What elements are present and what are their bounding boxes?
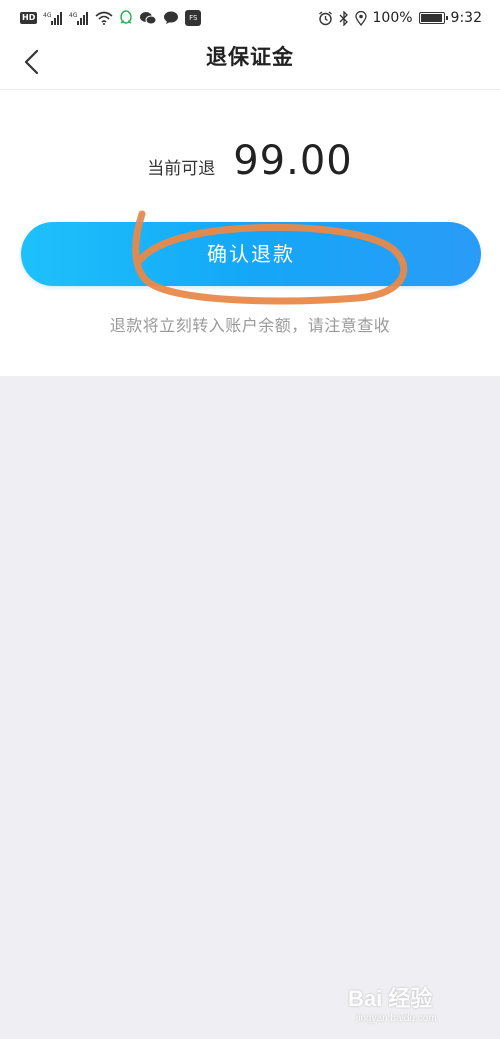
battery-fill: [420, 14, 442, 22]
watermark-brand: Bai 经验: [348, 986, 433, 1011]
page-title: 退保证金: [206, 45, 294, 69]
wifi-icon: [95, 10, 113, 26]
confirm-refund-button[interactable]: 确认退款: [21, 222, 481, 286]
signal-icon-1: 4G: [43, 10, 63, 26]
refund-note: 退款将立刻转入账户余额，请注意查收: [109, 316, 391, 335]
signal-icon-2: 4G: [69, 10, 89, 26]
battery-icon: [418, 12, 448, 24]
hd-icon: HD: [20, 12, 38, 24]
alarm-icon: [318, 10, 333, 26]
refund-card: 当前可退 99.00 确认退款 退款将立刻转入账户余额，请注意查收: [0, 90, 500, 376]
status-bar: HD 4G 4G FS 100% 9:32: [0, 0, 500, 36]
battery-percent: 100%: [372, 10, 413, 26]
qq-icon: [119, 10, 133, 26]
message-icon: [163, 10, 179, 26]
network-label-2: 4G: [69, 12, 78, 19]
app-icon: FS: [185, 10, 202, 26]
network-label-1: 4G: [43, 12, 52, 19]
watermark-url: jingyan.baidu.com: [356, 1013, 437, 1024]
bluetooth-icon: [339, 10, 349, 26]
refund-amount-row: 当前可退 99.00: [0, 138, 500, 184]
watermark: Bai 经验 jingyan.baidu.com: [338, 979, 478, 1029]
confirm-refund-label: 确认退款: [207, 243, 295, 266]
refund-amount-label: 当前可退: [147, 159, 216, 179]
nav-bar: 退保证金: [0, 36, 500, 90]
clock: 9:32: [450, 10, 482, 26]
wechat-icon: [139, 10, 157, 26]
status-left: HD 4G 4G FS: [20, 10, 202, 26]
status-right: 100% 9:32: [318, 10, 482, 26]
location-icon: [354, 10, 367, 26]
refund-amount-value: 99.00: [233, 138, 353, 184]
